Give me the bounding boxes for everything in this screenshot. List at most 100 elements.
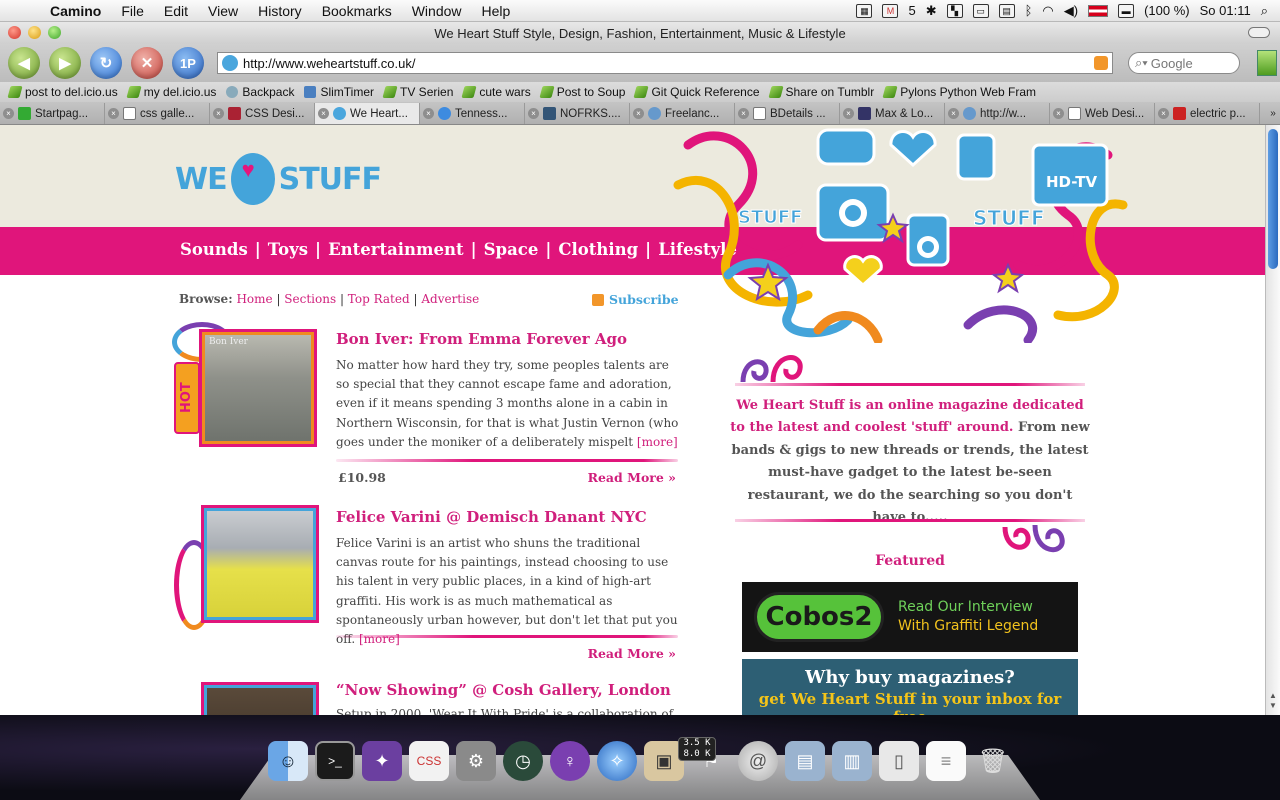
cssedit-icon[interactable]: CSS	[409, 741, 449, 781]
gmail-icon[interactable]: M	[882, 3, 899, 18]
bookmark-item[interactable]: post to del.icio.us	[4, 85, 123, 99]
menu-edit[interactable]: Edit	[154, 3, 198, 19]
tab[interactable]: × CSS Desi...	[210, 103, 315, 124]
tab[interactable]: × NOFRKS....	[525, 103, 630, 124]
more-link[interactable]: [more]	[637, 435, 678, 449]
adium-icon[interactable]: ♀	[550, 741, 590, 781]
newsletter-banner[interactable]: Why buy magazines? get We Heart Stuff in…	[742, 659, 1078, 715]
nav-sounds[interactable]: Sounds	[180, 240, 248, 259]
nav-toys[interactable]: Toys	[268, 240, 308, 259]
browse-advertise-link[interactable]: Advertise	[421, 292, 479, 306]
bookmark-item[interactable]: Post to Soup	[536, 85, 631, 99]
close-tab-icon[interactable]: ×	[423, 108, 434, 119]
tab[interactable]: × css galle...	[105, 103, 210, 124]
spotlight-icon[interactable]: ⌕	[1261, 3, 1268, 19]
menubar-clock[interactable]: So 01:11	[1200, 3, 1251, 18]
article-title[interactable]: Felice Varini @ Demisch Danant NYC	[336, 508, 647, 526]
menu-help[interactable]: Help	[472, 3, 521, 19]
bookmark-item[interactable]: Backpack	[221, 85, 299, 99]
bluetooth-icon[interactable]: ᛒ	[1025, 3, 1033, 18]
mail-icon[interactable]: @	[738, 741, 778, 781]
time-machine-icon[interactable]: ◷	[503, 741, 543, 781]
menu-window[interactable]: Window	[402, 3, 472, 19]
nav-space[interactable]: Space	[484, 240, 539, 259]
scroll-arrows-icon[interactable]: ▲ ▼	[1268, 691, 1278, 711]
keyboard-icon[interactable]: ▤	[998, 3, 1015, 18]
address-url[interactable]: http://www.weheartstuff.co.uk/	[243, 56, 415, 71]
stop-button[interactable]: ✕	[131, 47, 163, 79]
input-source-flag-icon[interactable]	[1088, 4, 1109, 17]
article-image[interactable]	[204, 508, 316, 620]
menu-app-camino[interactable]: Camino	[44, 3, 111, 19]
bookmark-item[interactable]: cute wars	[458, 85, 535, 99]
finder-icon[interactable]: ☺	[268, 741, 308, 781]
tab[interactable]: × http://w...	[945, 103, 1050, 124]
menu-history[interactable]: History	[248, 3, 312, 19]
nav-clothing[interactable]: Clothing	[558, 240, 638, 259]
calendar-icon[interactable]: ▦	[856, 3, 873, 18]
subscribe-link[interactable]: Subscribe	[592, 292, 679, 307]
close-window-button[interactable]	[8, 26, 21, 39]
close-tab-icon[interactable]: ×	[633, 108, 644, 119]
tab-overflow-chevron-icon[interactable]: »	[1266, 103, 1280, 124]
article-title[interactable]: “Now Showing” @ Cosh Gallery, London	[336, 681, 671, 699]
browse-home-link[interactable]: Home	[236, 292, 272, 306]
site-logo[interactable]: WE STUFF	[175, 153, 382, 205]
close-tab-icon[interactable]: ×	[738, 108, 749, 119]
scrollbar-thumb[interactable]	[1268, 129, 1278, 269]
back-button[interactable]: ◀	[8, 47, 40, 79]
tab[interactable]: × Web Desi...	[1050, 103, 1155, 124]
downloads-stack-icon[interactable]: ▯	[879, 741, 919, 781]
browse-top-rated-link[interactable]: Top Rated	[348, 292, 410, 306]
tab[interactable]: × Tenness...	[420, 103, 525, 124]
tab-active[interactable]: × We Heart...	[315, 103, 420, 124]
wifi-icon[interactable]: ◠	[1042, 3, 1053, 19]
tab[interactable]: × electric p...	[1155, 103, 1260, 124]
bookmarks-sidebar-button[interactable]	[1257, 50, 1277, 76]
close-tab-icon[interactable]: ×	[528, 108, 539, 119]
battery-icon[interactable]: ▬	[1118, 3, 1135, 18]
bookmark-item[interactable]: Share on Tumblr	[765, 85, 880, 99]
toolbar-toggle-button[interactable]	[1248, 27, 1270, 38]
display-icon[interactable]: ▭	[972, 3, 989, 18]
design-app-icon[interactable]: ✦	[362, 741, 402, 781]
close-tab-icon[interactable]: ×	[3, 108, 14, 119]
spaces-icon[interactable]: ▚	[946, 3, 963, 18]
growl-paw-icon[interactable]: ✱	[926, 3, 937, 19]
menu-view[interactable]: View	[198, 3, 248, 19]
bookmark-item[interactable]: my del.icio.us	[123, 85, 222, 99]
album-cover-image[interactable]: Bon Iver	[202, 332, 314, 444]
search-icon[interactable]: ⌕▾	[1135, 55, 1148, 71]
system-preferences-icon[interactable]: ⚙	[456, 741, 496, 781]
text-document-icon[interactable]: ≡	[926, 741, 966, 781]
close-tab-icon[interactable]: ×	[108, 108, 119, 119]
bookmark-item[interactable]: SlimTimer	[299, 85, 379, 99]
close-tab-icon[interactable]: ×	[843, 108, 854, 119]
article-image[interactable]	[204, 685, 316, 715]
bookmark-item[interactable]: Pylons Python Web Fram	[879, 85, 1041, 99]
applications-folder-icon[interactable]: ▤	[785, 741, 825, 781]
tab[interactable]: × Freelanc...	[630, 103, 735, 124]
camino-browser-icon[interactable]: ✧	[597, 741, 637, 781]
close-tab-icon[interactable]: ×	[1053, 108, 1064, 119]
1password-button[interactable]: 1P	[172, 47, 204, 79]
minimize-window-button[interactable]	[28, 26, 41, 39]
read-more-link[interactable]: Read More »	[588, 646, 676, 661]
zoom-window-button[interactable]	[48, 26, 61, 39]
menu-file[interactable]: File	[111, 3, 154, 19]
rss-feed-icon[interactable]	[1094, 56, 1108, 70]
close-tab-icon[interactable]: ×	[318, 108, 329, 119]
read-more-link[interactable]: Read More »	[588, 470, 676, 485]
trash-icon[interactable]: 🗑	[973, 741, 1013, 781]
tab[interactable]: × BDetails ...	[735, 103, 840, 124]
tab[interactable]: × Max & Lo...	[840, 103, 945, 124]
vertical-scrollbar[interactable]: ▲ ▼	[1265, 125, 1280, 715]
reload-button[interactable]: ↻	[90, 47, 122, 79]
documents-folder-icon[interactable]: ▥	[832, 741, 872, 781]
bookmark-item[interactable]: Git Quick Reference	[630, 85, 764, 99]
terminal-icon[interactable]: >_	[315, 741, 355, 781]
nav-entertainment[interactable]: Entertainment	[328, 240, 464, 259]
close-tab-icon[interactable]: ×	[948, 108, 959, 119]
article-title[interactable]: Bon Iver: From Emma Forever Ago	[336, 330, 627, 348]
featured-interview-banner[interactable]: Cobos2 Read Our Interview With Graffiti …	[742, 582, 1078, 652]
